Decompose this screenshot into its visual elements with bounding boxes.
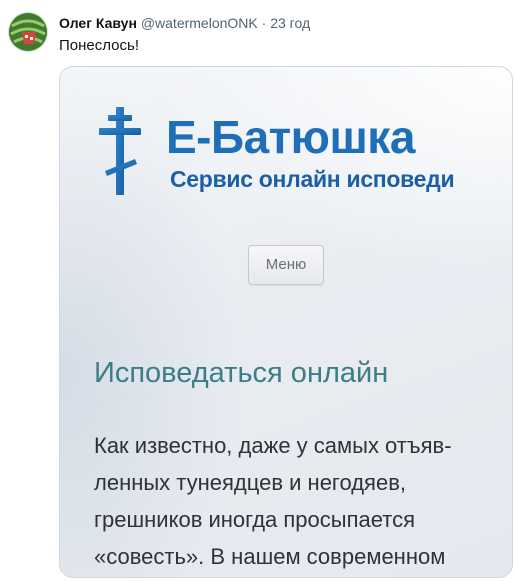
page-heading: Исповедаться онлайн <box>94 357 389 389</box>
avatar[interactable] <box>8 12 48 52</box>
author-handle[interactable]: @watermelonONK <box>141 15 258 31</box>
tweet-time[interactable]: 23 год <box>270 15 310 31</box>
body-line: ленных тунеядцев и негодяев, <box>94 470 407 495</box>
logo-title: Е-Батюшка <box>166 111 415 163</box>
tweet-media-image[interactable]: Е-Батюшка Сервис онлайн исповеди Меню Ис… <box>59 66 513 578</box>
tweet-header: Олег Кавун @watermelonONK · 23 год <box>59 14 310 32</box>
author-name[interactable]: Олег Кавун <box>59 15 137 31</box>
body-line: грешников иногда просыпается <box>94 507 415 532</box>
body-line: «совесть». В нашем современном <box>94 544 446 569</box>
body-line: Как известно, даже у самых отъяв- <box>94 433 452 458</box>
logo-subtitle: Сервис онлайн исповеди <box>170 166 455 192</box>
menu-button[interactable]: Меню <box>248 245 324 285</box>
watermelon-avatar-icon <box>8 12 48 52</box>
separator-dot: · <box>261 15 267 31</box>
body-text: Как известно, даже у самых отъяв- ленных… <box>94 427 504 575</box>
tweet-text: Понеслось! <box>59 37 139 54</box>
orthodox-cross-icon <box>99 107 141 195</box>
